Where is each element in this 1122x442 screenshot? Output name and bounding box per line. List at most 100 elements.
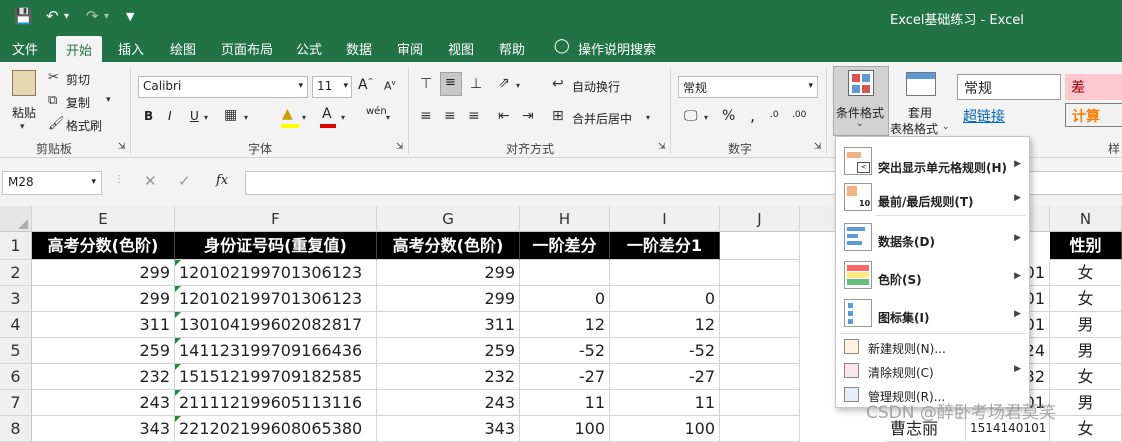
tab-data[interactable]: 数据 [346,39,372,58]
font-name-field[interactable]: Calibri ▾ [138,76,308,98]
cell-h8[interactable]: 100 [520,416,610,442]
comma-style-icon[interactable]: , [750,106,755,125]
paste-dropdown-icon[interactable]: ▾ [20,122,25,132]
cell-i7[interactable]: 11 [610,390,720,416]
decrease-font-icon[interactable]: Av [384,79,396,93]
alignment-launcher-icon[interactable]: ⇲ [658,142,666,152]
cell-g8[interactable]: 343 [377,416,520,442]
cell-h5[interactable]: -52 [520,338,610,364]
menu-item-new-rule[interactable]: 新建规则(N)... [836,335,1029,359]
cell-j4[interactable] [720,312,800,338]
wrap-text-icon[interactable]: ↩ [552,76,564,92]
italic-button[interactable]: I [168,109,172,123]
cell-i8[interactable]: 100 [610,416,720,442]
cell-i3[interactable]: 0 [610,286,720,312]
format-painter-icon[interactable]: 🖌 [48,116,65,131]
menu-item-data-bars[interactable]: 数据条(D) ▶ [836,219,1029,255]
merge-center-button[interactable]: 合并后居中 [572,110,632,127]
row-header-1[interactable]: 1 [0,232,32,260]
column-header-i[interactable]: I [610,206,720,232]
style-hyperlink[interactable]: 超链接 [963,106,1005,126]
menu-item-clear-rules[interactable]: 清除规则(C) ▶ [836,359,1029,383]
redo-icon[interactable]: ↷ [86,7,99,25]
column-header-g[interactable]: G [377,206,520,232]
menu-item-icon-sets[interactable]: 图标集(I) ▶ [836,295,1029,331]
borders-dropdown-icon[interactable]: ▾ [244,113,248,122]
tab-formulas[interactable]: 公式 [296,39,322,58]
row-header-5[interactable]: 5 [0,338,32,364]
font-launcher-icon[interactable]: ⇲ [396,142,404,152]
cell-e2[interactable]: 299 [32,260,175,286]
currency-icon[interactable]: 🖵 [684,108,698,124]
clipboard-launcher-icon[interactable]: ⇲ [118,142,126,152]
align-bottom-icon[interactable]: ⊥ [470,76,482,92]
phonetic-icon[interactable]: wén [366,106,387,117]
header-cell-i1[interactable]: 一阶差分1 [610,232,720,260]
phonetic-dropdown-icon[interactable]: ▾ [386,113,390,122]
cell-j3[interactable] [720,286,800,312]
decrease-indent-icon[interactable]: ⇤ [498,108,510,124]
cell-e6[interactable]: 232 [32,364,175,390]
cell-f3[interactable]: 120102199701306123 [175,286,377,312]
header-cell-n1[interactable]: 性别 [1050,232,1122,260]
column-header-h[interactable]: H [520,206,610,232]
format-as-table-label-2[interactable]: 表格格式 [890,120,938,137]
row-header-2[interactable]: 2 [0,260,32,286]
column-header-e[interactable]: E [32,206,175,232]
format-painter-button[interactable]: 格式刷 [66,117,102,134]
cell-j8[interactable] [720,416,800,442]
column-header-j[interactable]: J [720,206,800,232]
align-right-icon[interactable]: ≡ [468,108,480,124]
style-bad[interactable]: 差 [1065,74,1122,100]
cut-button[interactable]: 剪切 [66,71,90,88]
name-box[interactable]: M28 ▾ [2,171,102,195]
cell-e4[interactable]: 311 [32,312,175,338]
select-all-corner[interactable] [0,206,32,232]
underline-dropdown-icon[interactable]: ▾ [204,113,208,122]
cell-g6[interactable]: 232 [377,364,520,390]
cell-j5[interactable] [720,338,800,364]
align-left-icon[interactable]: ≡ [420,108,432,124]
increase-font-icon[interactable]: A^ [358,77,373,93]
cell-n5[interactable]: 男 [1050,338,1122,364]
cell-h2[interactable] [520,260,610,286]
orientation-dropdown-icon[interactable]: ▾ [516,81,520,90]
column-header-f[interactable]: F [175,206,377,232]
header-cell-h1[interactable]: 一阶差分 [520,232,610,260]
fill-color-icon[interactable]: ▲ [282,106,293,122]
paste-button[interactable]: 粘贴 [12,104,36,121]
cell-h7[interactable]: 11 [520,390,610,416]
undo-icon[interactable]: ↶ [46,7,59,25]
cell-n7[interactable]: 男 [1050,390,1122,416]
format-as-table-label-1[interactable]: 套用 [908,104,932,121]
wrap-text-button[interactable]: 自动换行 [572,78,620,95]
tab-review[interactable]: 审阅 [397,39,423,58]
tab-draw[interactable]: 绘图 [170,39,196,58]
cell-n3[interactable]: 女 [1050,286,1122,312]
borders-icon[interactable]: ▦ [224,107,237,123]
cell-f5[interactable]: 141123199709166436 [175,338,377,364]
cell-i6[interactable]: -27 [610,364,720,390]
cell-n2[interactable]: 女 [1050,260,1122,286]
paste-icon[interactable] [12,70,36,96]
style-normal[interactable]: 常规 [957,74,1061,100]
font-size-field[interactable]: 11 ▾ [312,76,352,98]
tab-page-layout[interactable]: 页面布局 [221,39,273,58]
cell-g7[interactable]: 243 [377,390,520,416]
cell-f4[interactable]: 130104199602082817 [175,312,377,338]
number-format-field[interactable]: 常规 ▾ [678,76,818,98]
header-cell-g1[interactable]: 高考分数(色阶) [377,232,520,260]
tell-me-search[interactable]: 操作说明搜索 [578,39,656,58]
lightbulb-icon[interactable]: ◯ [554,38,570,54]
font-color-icon[interactable]: A [322,106,332,122]
cell-j6[interactable] [720,364,800,390]
cell-e3[interactable]: 299 [32,286,175,312]
cell-f7[interactable]: 211112199605113116 [175,390,377,416]
header-cell-e1[interactable]: 高考分数(色阶) [32,232,175,260]
tab-home[interactable]: 开始 [56,36,103,62]
cell-i2[interactable] [610,260,720,286]
row-header-4[interactable]: 4 [0,312,32,338]
redo-dropdown-icon[interactable]: ▾ [104,11,109,22]
cell-j1[interactable] [720,232,800,260]
column-header-n[interactable]: N [1050,206,1122,232]
